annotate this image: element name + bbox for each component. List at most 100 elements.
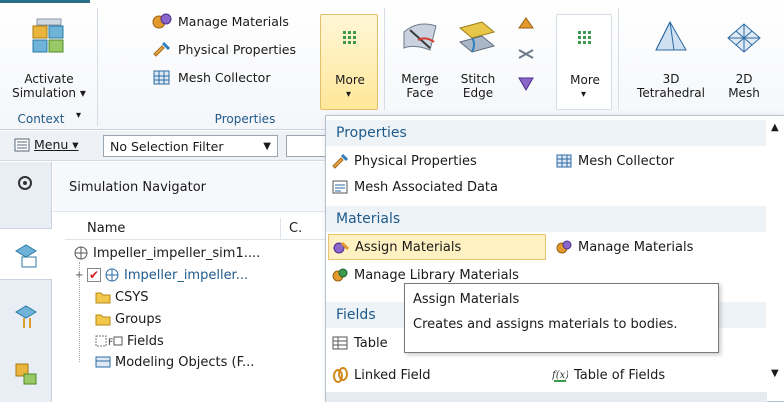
- resource-bar: [0, 162, 52, 402]
- physical-properties-label: Physical Properties: [178, 41, 296, 57]
- navigator-title: Simulation Navigator: [53, 162, 330, 212]
- physical-properties-icon: [332, 153, 348, 169]
- tree-row[interactable]: Modeling Objects (F...: [65, 352, 330, 372]
- tree-row[interactable]: Impeller_impeller_sim1....: [65, 242, 330, 264]
- secondary-filter-select[interactable]: [286, 135, 326, 157]
- scroll-up-icon[interactable]: ▲: [771, 122, 779, 133]
- ribbon: Activate Simulation ▾ Context ▾ Manage M…: [0, 0, 784, 130]
- tree-row-label: Impeller_impeller...: [124, 267, 249, 283]
- tree-header: Name C.: [65, 218, 330, 240]
- properties-group-label: Properties: [214, 112, 276, 126]
- svg-text:f(x): f(x): [552, 370, 568, 381]
- stitch-edge-button[interactable]: Stitch Edge: [450, 14, 506, 110]
- simulation-navigator-tab[interactable]: [0, 228, 52, 280]
- tooltip-description: Creates and assigns materials to bodies.: [413, 317, 678, 332]
- menu-item-label: Linked Field: [354, 367, 431, 383]
- menu-item-assign-materials[interactable]: Assign Materials: [328, 234, 546, 260]
- selection-filter-select[interactable]: No Selection Filter ▼: [103, 135, 278, 157]
- settings-icon[interactable]: [16, 174, 34, 192]
- chevron-down-icon: ▼: [263, 140, 271, 152]
- mesh-collector-button[interactable]: Mesh Collector: [152, 66, 270, 88]
- manage-materials-button[interactable]: Manage Materials: [152, 10, 289, 32]
- menu-button[interactable]: Menu ▾: [14, 137, 79, 152]
- edge-tool-icon-1[interactable]: [516, 14, 536, 34]
- tetrahedral-icon: [655, 20, 687, 51]
- part-navigator-icon[interactable]: [12, 302, 40, 330]
- menu-item-linked-field[interactable]: Linked Field: [332, 362, 431, 388]
- column-header-name[interactable]: Name: [87, 221, 125, 236]
- tree-row[interactable]: + ✔ Impeller_impeller...: [65, 264, 330, 286]
- linked-field-icon: [333, 367, 348, 383]
- menu-item-label: Manage Library Materials: [354, 267, 519, 283]
- table-of-fields-icon: f(x): [552, 370, 568, 382]
- activate-label-line2: Simulation ▾: [12, 86, 86, 100]
- tree-connector: [79, 262, 80, 362]
- physical-properties-icon: [153, 41, 171, 57]
- manage-materials-icon: [152, 13, 172, 29]
- context-dropdown-icon[interactable]: ▾: [76, 110, 81, 121]
- menu-item-mesh-associated-data[interactable]: Mesh Associated Data: [332, 174, 498, 200]
- modeling-objects-icon: [95, 356, 111, 368]
- tetrahedral-mesh-button[interactable]: 3D Tetrahedral: [630, 14, 712, 110]
- tree-row-label: Fields: [127, 333, 164, 349]
- tree-row[interactable]: Groups: [65, 308, 330, 330]
- menu-item-label: Table of Fields: [574, 367, 666, 383]
- edge-tool-icon-2[interactable]: [516, 44, 536, 64]
- menu-item-manage-materials[interactable]: Manage Materials: [556, 234, 693, 260]
- fem-file-icon: [105, 268, 119, 282]
- menu-footer: [326, 392, 767, 402]
- assign-materials-icon: [333, 241, 349, 254]
- more-icon: [343, 31, 356, 44]
- tree-row[interactable]: CSYS: [65, 286, 330, 308]
- menu-item-physical-properties[interactable]: Physical Properties: [332, 148, 477, 174]
- chevron-down-icon: ▾: [346, 89, 352, 100]
- properties-more-button[interactable]: More ▾: [320, 14, 378, 110]
- column-divider: [280, 218, 281, 240]
- mesh-2d-button[interactable]: 2D Mesh: [714, 14, 774, 110]
- menu-scrollbar[interactable]: ▲ ▼: [767, 116, 784, 401]
- mesh-collector-label: Mesh Collector: [178, 69, 271, 85]
- menu-item-table[interactable]: Table: [332, 330, 388, 356]
- activate-simulation-button[interactable]: Activate Simulation ▾: [8, 8, 90, 108]
- physical-properties-button[interactable]: Physical Properties: [152, 38, 296, 60]
- edge-tool-icon-3[interactable]: [516, 74, 536, 94]
- context-group-label: Context: [17, 112, 65, 126]
- mesh-2d-icon: [727, 23, 761, 53]
- menu-icon: [14, 138, 30, 151]
- tree-row-label: Modeling Objects (F...: [115, 354, 255, 370]
- menu-item-label: Assign Materials: [355, 239, 462, 255]
- menu-item-mesh-collector[interactable]: Mesh Collector: [556, 148, 674, 174]
- sim-file-icon: [74, 246, 88, 260]
- edges-more-button[interactable]: More ▾: [556, 14, 612, 110]
- group-separator: [384, 8, 385, 110]
- column-header-c[interactable]: C.: [289, 221, 302, 236]
- assembly-navigator-icon[interactable]: [12, 360, 40, 388]
- menu-item-label: Table: [354, 335, 388, 351]
- simulation-navigator-icon: [15, 244, 37, 268]
- menu-label: Menu ▾: [34, 137, 79, 152]
- manage-materials-icon: [556, 240, 572, 254]
- properties-more-label: More: [335, 73, 365, 87]
- scroll-down-icon[interactable]: ▼: [771, 368, 779, 379]
- simulation-navigator: Simulation Navigator Name C. Impeller_im…: [53, 162, 330, 402]
- activate-simulation-icon: [32, 18, 64, 53]
- merge-face-button[interactable]: Merge Face: [392, 14, 448, 110]
- active-tab-indicator: [0, 0, 90, 3]
- menu-item-label: Mesh Collector: [578, 153, 675, 169]
- mesh-collector-icon: [153, 70, 170, 85]
- menu-item-table-of-fields[interactable]: f(x) Table of Fields: [552, 362, 665, 388]
- stitch-edge-label-line1: Stitch: [460, 72, 496, 86]
- checkbox-checked-icon[interactable]: ✔: [87, 268, 101, 282]
- folder-icon: [95, 314, 111, 326]
- expand-icon[interactable]: +: [75, 270, 87, 281]
- tetrahedral-label-line2: Tetrahedral: [637, 86, 705, 100]
- tree-row[interactable]: F Fields: [65, 330, 330, 352]
- menu-item-label: Physical Properties: [354, 153, 477, 169]
- field-table-icon: [332, 336, 348, 350]
- tree-row-label: Impeller_impeller_sim1....: [93, 245, 261, 261]
- group-separator: [97, 8, 98, 126]
- merge-face-label-line1: Merge: [401, 72, 439, 86]
- chevron-down-icon: ▾: [581, 89, 587, 100]
- tooltip: Assign Materials Creates and assigns mat…: [404, 283, 719, 353]
- edges-more-label: More: [570, 73, 600, 87]
